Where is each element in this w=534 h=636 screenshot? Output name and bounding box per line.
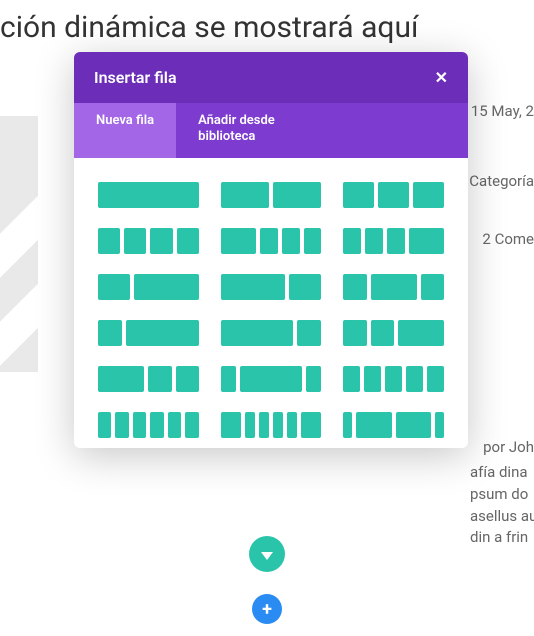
layout-segment bbox=[364, 366, 381, 392]
bg-meta-comments: 2 Come bbox=[482, 230, 534, 248]
layout-segment bbox=[304, 228, 322, 254]
layout-segment bbox=[378, 182, 409, 208]
tab-new-row[interactable]: Nueva fila bbox=[74, 103, 176, 158]
layout-segment bbox=[148, 366, 171, 392]
layout-segment bbox=[124, 228, 146, 254]
layout-option[interactable] bbox=[343, 320, 444, 346]
layout-option[interactable] bbox=[221, 366, 322, 392]
layout-option[interactable] bbox=[221, 320, 322, 346]
add-section-fab[interactable]: + bbox=[252, 594, 282, 624]
layout-option[interactable] bbox=[98, 228, 199, 254]
layout-segment bbox=[115, 412, 128, 438]
bg-body-line: afía dina bbox=[470, 462, 534, 484]
layout-segment bbox=[221, 320, 294, 346]
layout-segment bbox=[371, 274, 417, 300]
layout-segment bbox=[240, 366, 302, 392]
layout-segment bbox=[133, 412, 146, 438]
layout-segment bbox=[273, 182, 321, 208]
layout-segment bbox=[398, 320, 444, 346]
tab-add-from-library[interactable]: Añadir desde biblioteca bbox=[176, 103, 336, 158]
layout-option[interactable] bbox=[221, 274, 322, 300]
layout-segment bbox=[134, 274, 198, 300]
modal-title: Insertar fila bbox=[94, 68, 177, 87]
layout-segment bbox=[98, 274, 130, 300]
layout-segment bbox=[371, 320, 394, 346]
layout-segment bbox=[297, 320, 321, 346]
layout-segment bbox=[245, 412, 255, 438]
bg-meta-date: 15 May, 2 bbox=[471, 102, 534, 120]
layout-segment bbox=[221, 182, 269, 208]
bg-meta-author: por Joh bbox=[483, 438, 534, 456]
layout-segment bbox=[221, 274, 285, 300]
bg-featured-image bbox=[0, 116, 38, 372]
layout-segment bbox=[126, 320, 199, 346]
layout-segment bbox=[168, 412, 181, 438]
layout-segment bbox=[385, 366, 402, 392]
layout-grid bbox=[74, 158, 468, 448]
layout-segment bbox=[221, 366, 236, 392]
layout-segment bbox=[435, 412, 444, 438]
layout-segment bbox=[273, 412, 283, 438]
layout-option[interactable] bbox=[343, 182, 444, 208]
layout-segment bbox=[221, 412, 241, 438]
modal-tabs: Nueva fila Añadir desde biblioteca bbox=[74, 103, 468, 158]
layout-option[interactable] bbox=[343, 412, 444, 438]
layout-segment bbox=[177, 228, 199, 254]
layout-segment bbox=[150, 228, 172, 254]
add-row-fab[interactable] bbox=[249, 536, 285, 572]
layout-segment bbox=[409, 228, 444, 254]
layout-option[interactable] bbox=[221, 412, 322, 438]
layout-option[interactable] bbox=[98, 320, 199, 346]
layout-segment bbox=[343, 412, 352, 438]
layout-segment bbox=[343, 274, 366, 300]
layout-segment bbox=[259, 412, 269, 438]
layout-segment bbox=[150, 412, 163, 438]
layout-segment bbox=[282, 228, 300, 254]
layout-option[interactable] bbox=[98, 412, 199, 438]
layout-segment bbox=[413, 182, 444, 208]
bg-page-title: ción dinámica se mostrará aquí bbox=[0, 10, 418, 45]
layout-segment bbox=[289, 274, 321, 300]
layout-option[interactable] bbox=[343, 228, 444, 254]
layout-segment bbox=[343, 228, 361, 254]
bg-body-line: asellus au bbox=[470, 506, 534, 528]
layout-option[interactable] bbox=[98, 274, 199, 300]
modal-header: Insertar fila ✕ bbox=[74, 52, 468, 103]
layout-segment bbox=[365, 228, 383, 254]
layout-segment bbox=[306, 366, 321, 392]
layout-segment bbox=[221, 228, 256, 254]
layout-segment bbox=[98, 182, 199, 208]
layout-segment bbox=[98, 228, 120, 254]
layout-segment bbox=[406, 366, 423, 392]
layout-segment bbox=[396, 412, 431, 438]
layout-segment bbox=[421, 274, 444, 300]
bg-body-line: din a frin bbox=[470, 527, 534, 549]
layout-segment bbox=[387, 228, 405, 254]
layout-segment bbox=[287, 412, 297, 438]
layout-segment bbox=[98, 320, 122, 346]
layout-segment bbox=[343, 366, 360, 392]
layout-segment bbox=[260, 228, 278, 254]
layout-segment bbox=[427, 366, 444, 392]
bg-body-line: psum do bbox=[470, 484, 534, 506]
layout-option[interactable] bbox=[98, 366, 199, 392]
layout-segment bbox=[176, 366, 199, 392]
layout-segment bbox=[98, 366, 144, 392]
close-icon[interactable]: ✕ bbox=[435, 70, 448, 86]
layout-option[interactable] bbox=[98, 182, 199, 208]
layout-segment bbox=[98, 412, 111, 438]
layout-option[interactable] bbox=[343, 274, 444, 300]
layout-option[interactable] bbox=[221, 228, 322, 254]
layout-segment bbox=[356, 412, 391, 438]
bg-body-text: afía dina psum do asellus au din a frin bbox=[470, 462, 534, 549]
bg-meta-category: Categoría bbox=[469, 172, 534, 190]
layout-segment bbox=[343, 182, 374, 208]
layout-segment bbox=[301, 412, 321, 438]
layout-option[interactable] bbox=[221, 182, 322, 208]
layout-segment bbox=[185, 412, 198, 438]
insert-row-modal: Insertar fila ✕ Nueva fila Añadir desde … bbox=[74, 52, 468, 448]
layout-segment bbox=[343, 320, 366, 346]
layout-option[interactable] bbox=[343, 366, 444, 392]
